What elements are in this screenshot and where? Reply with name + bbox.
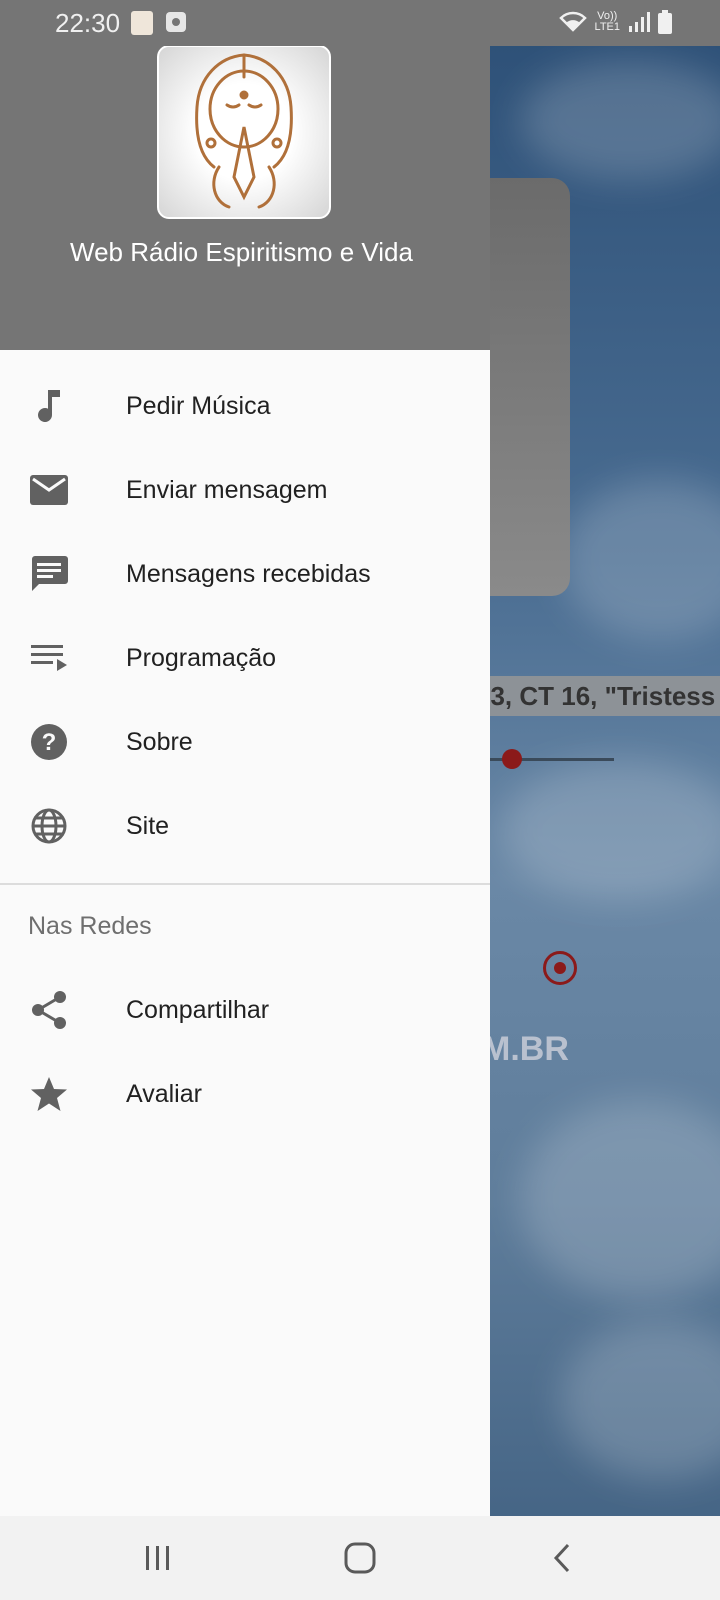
battery-icon xyxy=(658,10,672,34)
home-icon xyxy=(344,1542,376,1574)
section-title-nas-redes: Nas Redes xyxy=(28,912,152,940)
menu-item-label: Programação xyxy=(126,643,277,672)
star-icon xyxy=(29,1074,69,1114)
chat-icon xyxy=(29,554,69,594)
navigation-drawer: Web Rádio Espiritismo e Vida Pedir Músic… xyxy=(0,0,490,1516)
lte-indicator: Vo)) LTE1 xyxy=(595,11,620,33)
menu-item-site[interactable]: Site xyxy=(0,784,490,868)
menu-item-compartilhar[interactable]: Compartilhar xyxy=(0,968,490,1052)
back-button[interactable] xyxy=(532,1532,592,1584)
wifi-icon xyxy=(558,11,587,32)
home-button[interactable] xyxy=(330,1532,390,1584)
menu-divider xyxy=(0,883,490,885)
back-icon xyxy=(553,1543,570,1573)
menu-item-label: Avaliar xyxy=(126,1079,202,1108)
lte-label: LTE1 xyxy=(594,21,620,33)
globe-icon xyxy=(29,806,69,846)
menu-item-pedir-musica[interactable]: Pedir Música xyxy=(0,364,490,448)
menu-item-label: Compartilhar xyxy=(126,995,270,1024)
signal-icon xyxy=(629,12,650,32)
menu-item-label: Sobre xyxy=(126,727,193,756)
app-title: Web Rádio Espiritismo e Vida xyxy=(70,237,413,267)
now-playing-text: 73, CT 16, "Tristess xyxy=(476,681,716,711)
app-logo xyxy=(157,45,331,219)
volume-slider-track[interactable] xyxy=(480,758,614,761)
volume-slider-thumb[interactable] xyxy=(502,749,522,769)
menu-item-enviar-mensagem[interactable]: Enviar mensagem xyxy=(0,448,490,532)
music-note-icon xyxy=(29,386,69,426)
praying-figure-icon xyxy=(195,53,293,209)
status-bar: 22:30 Vo)) LTE1 xyxy=(0,0,720,46)
help-icon: ? xyxy=(29,722,69,762)
recent-apps-button[interactable] xyxy=(128,1532,188,1584)
system-navigation-bar xyxy=(0,1516,720,1600)
menu-item-sobre[interactable]: ? Sobre xyxy=(0,700,490,784)
menu-item-programacao[interactable]: Programação xyxy=(0,616,490,700)
playlist-icon xyxy=(29,638,69,678)
svg-text:?: ? xyxy=(42,729,57,756)
drawer-header: Web Rádio Espiritismo e Vida xyxy=(0,0,490,350)
site-domain-text: M.BR xyxy=(482,1030,569,1068)
app-notification-icon xyxy=(131,11,153,35)
mail-icon xyxy=(29,470,69,510)
menu-item-label: Site xyxy=(126,811,170,840)
record-icon[interactable] xyxy=(543,951,577,985)
menu-item-mensagens-recebidas[interactable]: Mensagens recebidas xyxy=(0,532,490,616)
recording-notification-icon xyxy=(166,12,186,32)
menu-item-label: Enviar mensagem xyxy=(126,475,328,504)
share-icon xyxy=(29,990,69,1030)
status-time: 22:30 xyxy=(55,8,121,38)
recent-apps-icon xyxy=(146,1546,169,1570)
menu-item-avaliar[interactable]: Avaliar xyxy=(0,1052,490,1136)
menu-item-label: Pedir Música xyxy=(126,391,271,420)
menu-item-label: Mensagens recebidas xyxy=(126,559,371,588)
